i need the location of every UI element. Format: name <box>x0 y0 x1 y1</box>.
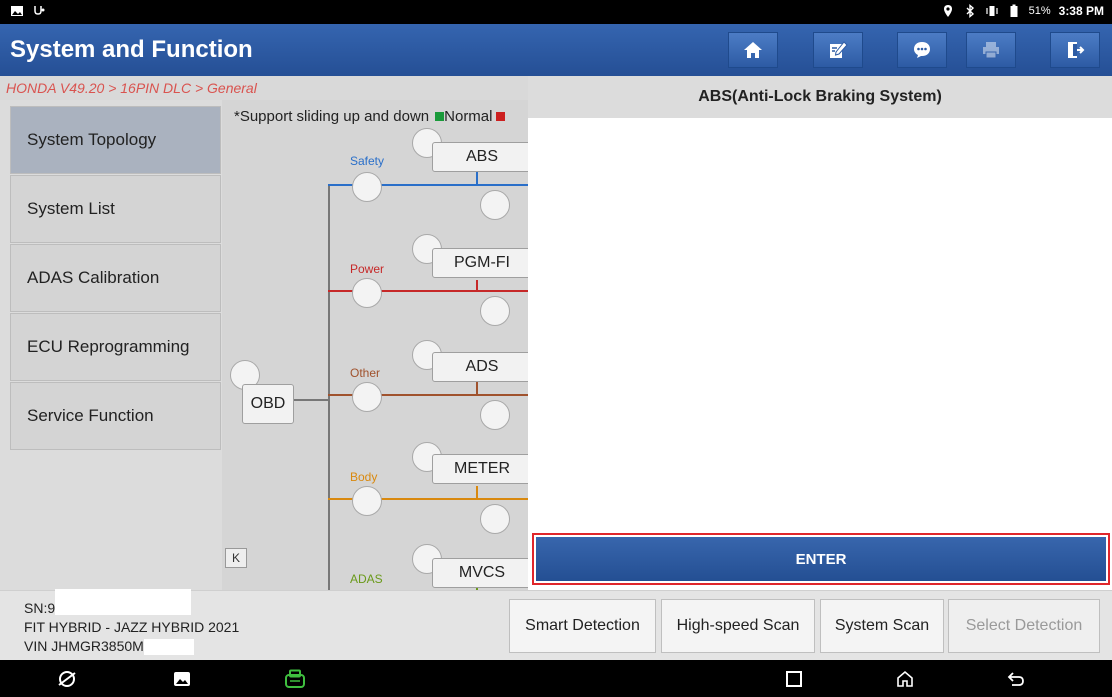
legend-normal-label: Normal <box>444 108 493 125</box>
category-label-safety: Safety <box>350 154 385 168</box>
sidebar-item-label: ECU Reprogramming <box>27 337 190 356</box>
home-icon <box>744 42 762 58</box>
vci-icon <box>285 669 305 688</box>
back-icon <box>1007 672 1024 686</box>
ecu-node-ads[interactable]: ADS <box>432 352 528 382</box>
home-nav-icon <box>897 670 913 687</box>
edit-report-icon <box>830 41 848 58</box>
battery-percent: 51% <box>1028 5 1051 17</box>
system-scan-button[interactable]: System Scan <box>820 599 944 653</box>
sidebar-item-label: ADAS Calibration <box>27 268 160 287</box>
print-button[interactable] <box>966 32 1016 68</box>
enter-button-focus-frame: ENTER <box>532 533 1110 585</box>
edit-report-button[interactable] <box>813 32 863 68</box>
sidebar-item-label: System List <box>27 199 115 218</box>
bus-node-circle <box>352 486 382 516</box>
home-nav-button[interactable] <box>894 668 916 690</box>
gallery-icon <box>174 672 190 686</box>
recent-apps-button[interactable] <box>783 668 805 690</box>
exit-button[interactable] <box>1050 32 1100 68</box>
battery-icon <box>1010 4 1018 17</box>
sidebar-item-label: System Topology <box>27 130 157 149</box>
app-root: 51% 3:38 PM System and Function HONDA V4… <box>0 0 1112 697</box>
recent-apps-icon <box>786 671 802 687</box>
clock: 3:38 PM <box>1058 4 1104 18</box>
collapse-sidebar-button[interactable]: K <box>225 548 247 568</box>
browser-icon <box>58 671 76 687</box>
left-sidebar: System Topology System List ADAS Calibra… <box>0 100 222 590</box>
legend-fault-swatch <box>496 112 506 121</box>
title-bar: System and Function <box>0 24 1112 76</box>
drop-line-safety <box>476 172 478 186</box>
category-label-power: Power <box>350 262 385 276</box>
drop-line-power <box>476 280 478 292</box>
category-label-other: Other <box>350 366 381 380</box>
exit-icon <box>1068 42 1085 58</box>
legend-normal-swatch <box>435 112 445 121</box>
obd-node[interactable]: OBD <box>242 384 294 424</box>
drop-line-body <box>476 486 478 500</box>
back-nav-button[interactable] <box>1005 668 1027 690</box>
diagnostic-notification-icon <box>34 6 45 15</box>
topology-view[interactable]: *Support sliding up and down Normal OBD S… <box>222 100 528 590</box>
location-icon <box>943 5 952 17</box>
browser-shortcut[interactable] <box>56 668 78 690</box>
ecu-node-circle <box>480 504 510 534</box>
gallery-shortcut[interactable] <box>171 668 193 690</box>
ecu-node-circle <box>480 190 510 220</box>
topology-legend: *Support sliding up and down Normal <box>234 108 506 125</box>
chat-button[interactable] <box>897 32 947 68</box>
bluetooth-icon <box>966 4 974 18</box>
ecu-node-circle <box>480 296 510 326</box>
sidebar-item-service-function[interactable]: Service Function <box>10 382 221 450</box>
page-title: System and Function <box>10 36 253 63</box>
ecu-node-abs[interactable]: ABS <box>432 142 528 172</box>
vehicle-model: FIT HYBRID - JAZZ HYBRID 2021 <box>24 619 240 635</box>
high-speed-scan-button[interactable]: High-speed Scan <box>661 599 815 653</box>
home-button[interactable] <box>728 32 778 68</box>
redacted-vin <box>143 639 194 656</box>
legend-text: *Support sliding up and down <box>234 108 430 125</box>
system-detail-panel: ABS(Anti-Lock Braking System) ENTER <box>528 76 1112 590</box>
category-label-body: Body <box>350 470 378 484</box>
obd-connector-line <box>294 399 330 401</box>
chat-icon <box>914 42 930 58</box>
topology-trunk-line <box>328 186 330 590</box>
enter-button[interactable]: ENTER <box>536 537 1106 581</box>
vci-shortcut[interactable] <box>284 668 306 690</box>
ecu-node-circle <box>480 400 510 430</box>
bus-node-circle <box>352 278 382 308</box>
vibrate-icon <box>986 6 998 16</box>
select-detection-button[interactable]: Select Detection <box>948 599 1100 653</box>
sidebar-item-system-list[interactable]: System List <box>10 175 221 243</box>
smart-detection-button[interactable]: Smart Detection <box>509 599 656 653</box>
sidebar-item-adas-calibration[interactable]: ADAS Calibration <box>10 244 221 312</box>
android-nav-bar <box>0 660 1112 697</box>
bus-node-circle <box>352 382 382 412</box>
vin-number: VIN JHMGR3850M <box>24 638 144 654</box>
bottom-action-bar: SN:9 FIT HYBRID - JAZZ HYBRID 2021 VIN J… <box>0 589 1112 660</box>
sidebar-item-ecu-reprogramming[interactable]: ECU Reprogramming <box>10 313 221 381</box>
bus-node-circle <box>352 172 382 202</box>
ecu-node-mvcs[interactable]: MVCS <box>432 558 528 588</box>
breadcrumb: HONDA V49.20 > 16PIN DLC > General <box>0 76 528 100</box>
system-detail-header: ABS(Anti-Lock Braking System) <box>528 76 1112 118</box>
redacted-serial <box>55 589 192 616</box>
vehicle-info: SN:9 FIT HYBRID - JAZZ HYBRID 2021 VIN J… <box>24 589 240 656</box>
drop-line-other <box>476 382 478 396</box>
collapse-icon: K <box>231 551 240 565</box>
ecu-node-pgm-fi[interactable]: PGM-FI <box>432 248 528 278</box>
image-notification-icon <box>11 6 23 16</box>
ecu-node-meter[interactable]: METER <box>432 454 528 484</box>
category-label-adas: ADAS <box>350 572 383 586</box>
sidebar-item-system-topology[interactable]: System Topology <box>10 106 221 174</box>
print-icon <box>983 42 999 59</box>
sidebar-item-label: Service Function <box>27 406 154 425</box>
serial-number: SN:9 <box>24 600 56 616</box>
status-bar: 51% 3:38 PM <box>0 0 1112 24</box>
